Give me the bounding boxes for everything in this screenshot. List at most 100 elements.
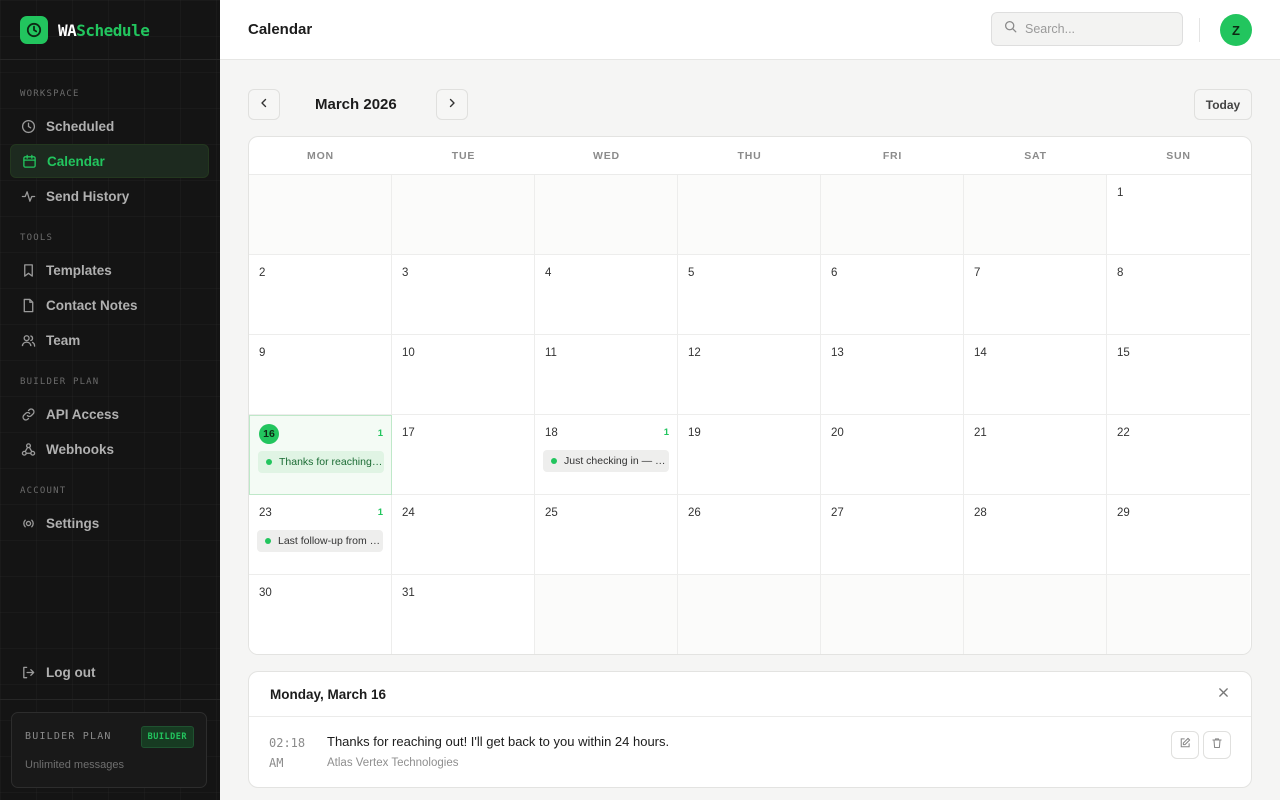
delete-button[interactable] bbox=[1203, 731, 1231, 759]
detail-title: Monday, March 16 bbox=[270, 687, 387, 702]
calendar-day-cell[interactable]: 25 bbox=[535, 495, 678, 575]
sidebar-item-api-access[interactable]: API Access bbox=[10, 397, 209, 431]
edit-icon bbox=[1179, 736, 1191, 754]
day-number: 15 bbox=[1117, 347, 1130, 359]
day-number: 2 bbox=[259, 267, 266, 279]
sidebar-item-label: Templates bbox=[46, 262, 112, 278]
sidebar-item-label: Contact Notes bbox=[46, 297, 138, 313]
clock-icon bbox=[20, 16, 48, 44]
event-chip[interactable]: Just checking in — how is everything goi… bbox=[543, 450, 669, 472]
sidebar-item-settings[interactable]: Settings bbox=[10, 506, 209, 540]
weekday-label: SUN bbox=[1166, 150, 1191, 162]
calendar-cell-empty bbox=[1107, 575, 1250, 654]
sidebar-item-calendar[interactable]: Calendar bbox=[10, 144, 209, 178]
calendar-day-cell[interactable]: 30 bbox=[249, 575, 392, 654]
calendar-day-cell[interactable]: 19 bbox=[678, 415, 821, 495]
calendar-day-cell[interactable]: 3 bbox=[392, 255, 535, 335]
calendar-day-cell[interactable]: 6 bbox=[821, 255, 964, 335]
calendar-icon bbox=[21, 153, 37, 169]
day-number: 29 bbox=[1117, 507, 1130, 519]
calendar-day-cell[interactable]: 4 bbox=[535, 255, 678, 335]
calendar-day-cell[interactable]: 13 bbox=[821, 335, 964, 415]
calendar-day-cell[interactable]: 10 bbox=[392, 335, 535, 415]
section-label-account: ACCOUNT bbox=[20, 486, 67, 496]
calendar-day-cell[interactable]: 21 bbox=[964, 415, 1107, 495]
calendar-cell-empty bbox=[535, 175, 678, 255]
calendar-day-cell[interactable]: 8 bbox=[1107, 255, 1250, 335]
calendar-day-cell[interactable]: 11 bbox=[535, 335, 678, 415]
bookmark-icon bbox=[20, 262, 36, 278]
calendar-day-cell[interactable]: 1 bbox=[1107, 175, 1250, 255]
prev-month-button[interactable] bbox=[248, 89, 280, 120]
day-number: 18 bbox=[545, 427, 558, 439]
users-icon bbox=[20, 332, 36, 348]
day-number: 11 bbox=[545, 347, 557, 359]
day-number: 12 bbox=[688, 347, 701, 359]
detail-header: Monday, March 16 bbox=[249, 672, 1251, 717]
day-number: 14 bbox=[974, 347, 987, 359]
calendar-day-cell[interactable]: 15 bbox=[1107, 335, 1250, 415]
calendar-day-cell[interactable]: 28 bbox=[964, 495, 1107, 575]
plan-subtitle: Unlimited messages bbox=[25, 759, 125, 771]
calendar-day-cell[interactable]: 27 bbox=[821, 495, 964, 575]
calendar-day-cell[interactable]: 31 bbox=[392, 575, 535, 654]
calendar-day-cell[interactable]: 17 bbox=[392, 415, 535, 495]
sidebar-item-label: Team bbox=[46, 332, 81, 348]
message-contact: Atlas Vertex Technologies bbox=[327, 757, 459, 769]
day-number: 1 bbox=[1117, 187, 1124, 199]
calendar-day-cell[interactable]: 18 1 Just checking in — how is everything … bbox=[535, 415, 678, 495]
sidebar-item-send-history[interactable]: Send History bbox=[10, 179, 209, 213]
edit-button[interactable] bbox=[1171, 731, 1199, 759]
sidebar: WASchedule WORKSPACE Scheduled Calendar … bbox=[0, 0, 220, 800]
search-box[interactable] bbox=[991, 12, 1183, 46]
calendar-day-cell[interactable]: 26 bbox=[678, 495, 821, 575]
calendar-day-cell[interactable]: 23 1 Last follow-up from our side this wee… bbox=[249, 495, 392, 575]
gear-icon bbox=[20, 515, 36, 531]
status-dot-icon bbox=[265, 538, 271, 544]
sidebar-item-templates[interactable]: Templates bbox=[10, 253, 209, 287]
calendar-day-cell[interactable]: 16 1 Thanks for reaching out! I'll get bac… bbox=[249, 415, 392, 495]
calendar-day-cell[interactable]: 12 bbox=[678, 335, 821, 415]
day-number: 26 bbox=[688, 507, 701, 519]
event-preview: Thanks for reaching out! I'll get back t… bbox=[279, 456, 384, 468]
calendar-day-cell[interactable]: 22 bbox=[1107, 415, 1250, 495]
sidebar-item-webhooks[interactable]: Webhooks bbox=[10, 432, 209, 466]
calendar-day-cell[interactable]: 14 bbox=[964, 335, 1107, 415]
calendar-day-cell[interactable]: 24 bbox=[392, 495, 535, 575]
day-number: 30 bbox=[259, 587, 272, 599]
calendar-day-cell[interactable]: 5 bbox=[678, 255, 821, 335]
event-chip[interactable]: Thanks for reaching out! I'll get back t… bbox=[258, 451, 384, 473]
calendar-day-cell[interactable]: 20 bbox=[821, 415, 964, 495]
sidebar-item-team[interactable]: Team bbox=[10, 323, 209, 357]
search-input[interactable] bbox=[1025, 22, 1165, 36]
sidebar-item-scheduled[interactable]: Scheduled bbox=[10, 109, 209, 143]
weekday-label: FRI bbox=[882, 150, 903, 162]
calendar-cell-empty bbox=[821, 575, 964, 654]
calendar-day-cell[interactable]: 9 bbox=[249, 335, 392, 415]
trash-icon bbox=[1211, 736, 1223, 754]
brand-logo[interactable]: WASchedule bbox=[20, 15, 150, 45]
next-month-button[interactable] bbox=[436, 89, 468, 120]
calendar-cell-empty bbox=[535, 575, 678, 654]
header-divider bbox=[1199, 18, 1200, 42]
event-chip[interactable]: Last follow-up from our side this week. bbox=[257, 530, 383, 552]
section-label-workspace: WORKSPACE bbox=[20, 89, 80, 99]
day-number: 31 bbox=[402, 587, 415, 599]
weekday-label: MON bbox=[307, 150, 334, 162]
chevron-right-icon bbox=[446, 96, 458, 114]
sidebar-item-contact-notes[interactable]: Contact Notes bbox=[10, 288, 209, 322]
calendar-cell-empty bbox=[821, 175, 964, 255]
calendar-day-cell[interactable]: 7 bbox=[964, 255, 1107, 335]
day-number: 23 bbox=[259, 507, 272, 519]
calendar-day-cell[interactable]: 29 bbox=[1107, 495, 1250, 575]
day-number: 28 bbox=[974, 507, 987, 519]
close-button[interactable] bbox=[1215, 686, 1231, 702]
calendar-day-cell[interactable]: 2 bbox=[249, 255, 392, 335]
sidebar-item-label: Calendar bbox=[47, 153, 105, 169]
logout-icon bbox=[20, 664, 36, 680]
day-number: 25 bbox=[545, 507, 558, 519]
status-dot-icon bbox=[551, 458, 557, 464]
logout-button[interactable]: Log out bbox=[10, 655, 209, 689]
avatar[interactable]: Z bbox=[1220, 14, 1252, 46]
today-button[interactable]: Today bbox=[1194, 89, 1252, 120]
